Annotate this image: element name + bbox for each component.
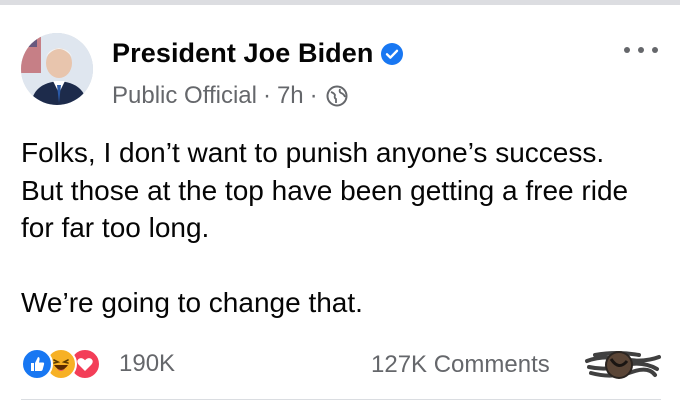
verified-badge-icon (380, 42, 404, 66)
more-options-icon[interactable] (624, 47, 658, 59)
comments-count-link[interactable]: 127K Comments (371, 351, 550, 379)
post-meta: Public Official · 7h · (112, 82, 348, 110)
avatar-photo (21, 33, 93, 105)
like-reaction-icon (21, 348, 53, 380)
avatar[interactable] (21, 33, 93, 105)
divider (21, 399, 661, 400)
post-body: Folks, I don’t want to punish anyone’s s… (21, 134, 651, 322)
post-paragraph: We’re going to change that. (21, 287, 363, 318)
post-paragraph: Folks, I don’t want to punish anyone’s s… (21, 137, 629, 243)
meta-separator: · (309, 82, 318, 109)
meta-separator: · (262, 82, 271, 109)
reaction-count: 190K (119, 350, 176, 377)
author-row: President Joe Biden (112, 38, 404, 69)
page-category: Public Official (112, 82, 257, 109)
reaction-icons (21, 348, 109, 380)
facebook-post: President Joe Biden Public Official · 7h… (0, 5, 680, 406)
redaction-scribble (585, 351, 661, 379)
reactions-summary[interactable]: 190K (21, 348, 175, 380)
globe-icon[interactable] (326, 85, 348, 107)
author-name[interactable]: President Joe Biden (112, 38, 373, 69)
post-timestamp[interactable]: 7h (277, 82, 304, 110)
